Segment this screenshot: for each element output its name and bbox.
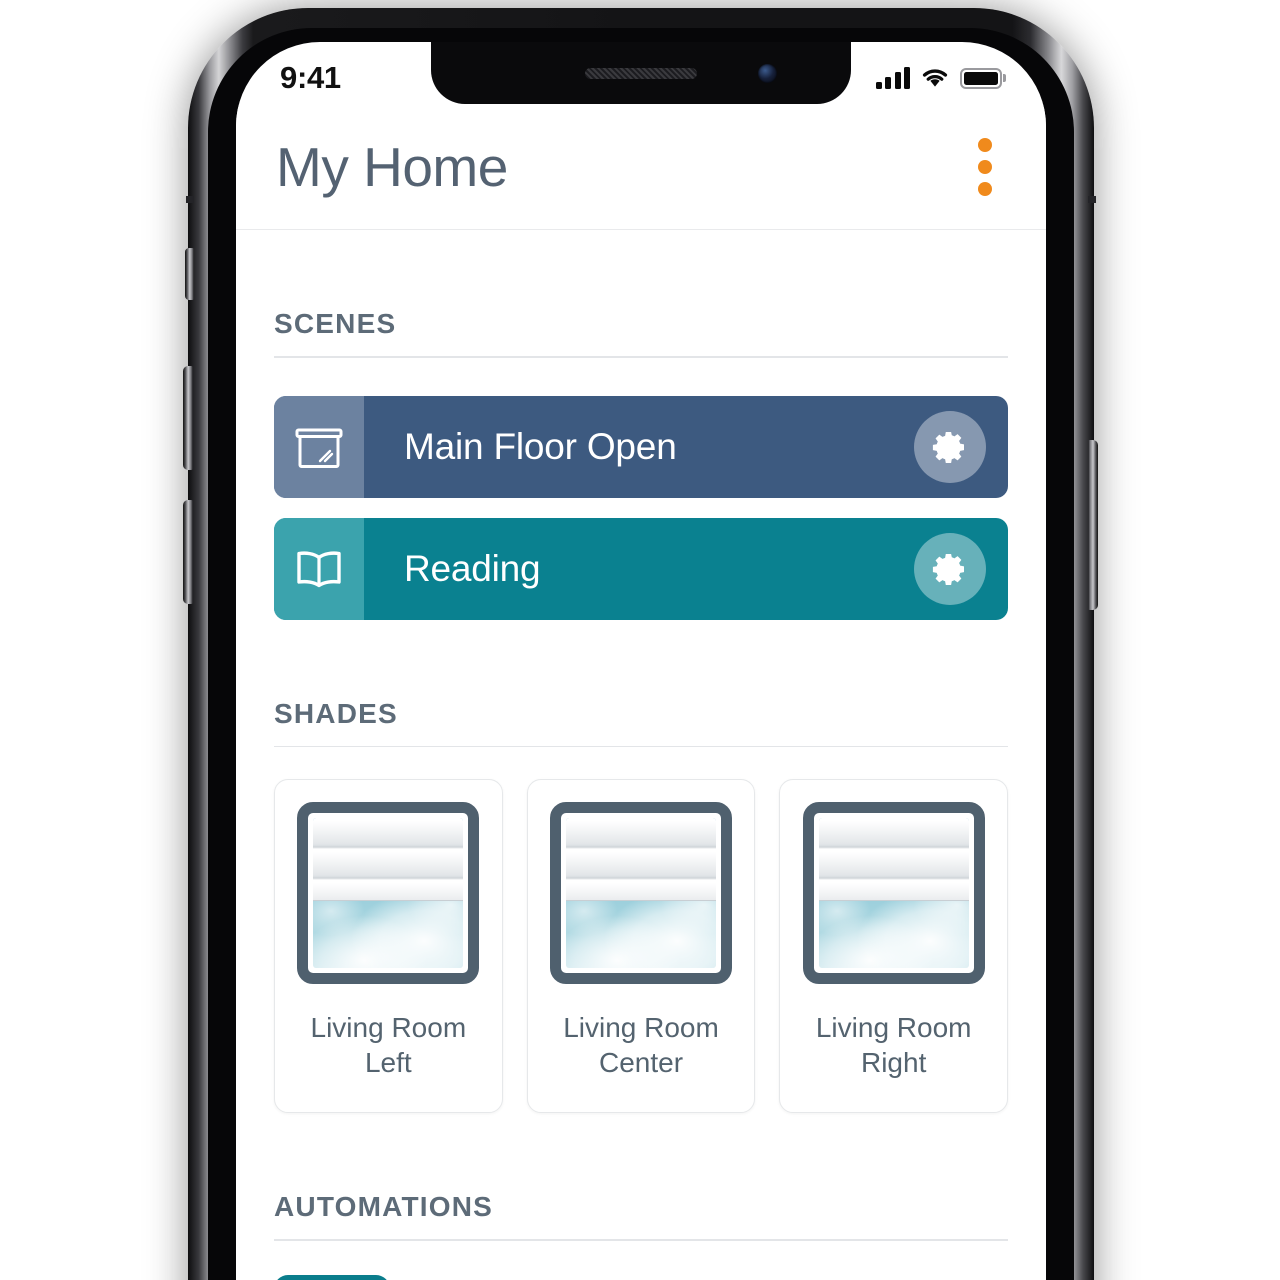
section-header-automations: AUTOMATIONS: [274, 1191, 494, 1222]
scene-settings-gear-icon[interactable]: [914, 410, 986, 483]
shade-blind-overlay: [818, 818, 969, 901]
shade-card-living-room-right[interactable]: Living Room Right: [779, 779, 1009, 1113]
frame-antenna-line-right: [1088, 196, 1096, 203]
shade-label-line2: Right: [860, 1047, 927, 1079]
shade-card-living-room-left[interactable]: Living Room Left: [274, 779, 503, 1113]
mute-switch-button[interactable]: [185, 248, 194, 300]
earpiece-speaker-icon: [585, 68, 697, 79]
phone-screen: 9:41 My Home SCENES Main Floor Open Read…: [236, 42, 1046, 1280]
volume-up-button[interactable]: [183, 366, 193, 470]
main-content: SCENES Main Floor Open Reading SHADES Li…: [236, 230, 1046, 1280]
page-title: My Home: [276, 135, 508, 198]
shades-grid: Living Room Left Living Room Center Livi…: [274, 779, 1009, 1113]
scene-row-main-floor-open[interactable]: Main Floor Open: [274, 395, 1008, 498]
window-shade-thumbnail: [297, 802, 480, 984]
shade-label-line1: Living Room: [563, 1012, 719, 1043]
status-bar-indicators: [875, 57, 1002, 89]
section-header-shades: SHADES: [274, 697, 398, 729]
section-header-scenes: SCENES: [274, 308, 397, 339]
kebab-menu-icon[interactable]: [964, 128, 1006, 206]
kebab-dot: [978, 181, 992, 196]
gear-icon: [932, 431, 964, 463]
home-icon: [274, 1274, 390, 1280]
shade-blind-overlay: [566, 818, 716, 901]
open-book-icon: [274, 517, 364, 620]
kebab-dot: [978, 137, 992, 152]
wifi-icon: [922, 69, 948, 87]
status-bar-time: 9:41: [280, 60, 341, 95]
shade-blind-overlay: [313, 818, 464, 901]
shade-label: Living Room Center: [563, 1010, 719, 1081]
scene-label: Main Floor Open: [404, 425, 677, 467]
frame-antenna-line-left: [186, 196, 194, 203]
window-shade-icon: [274, 395, 364, 498]
shade-label-line2: Left: [364, 1047, 412, 1079]
scenes-list: Main Floor Open Reading: [274, 395, 1008, 620]
power-button[interactable]: [1088, 440, 1098, 610]
window-shade-thumbnail: [550, 802, 732, 984]
scene-row-reading[interactable]: Reading: [274, 517, 1008, 620]
screenshot-stage: 9:41 My Home SCENES Main Floor Open Read…: [0, 0, 1280, 1280]
shade-label: Living Room Left: [311, 1010, 467, 1081]
automation-row-reading[interactable]: Reading 6:00: [274, 1274, 1008, 1280]
shade-label-line2: Center: [598, 1047, 684, 1079]
kebab-dot: [978, 159, 992, 174]
shade-card-living-room-center[interactable]: Living Room Center: [526, 779, 756, 1113]
section-divider: [274, 745, 1008, 747]
shade-label-line1: Living Room: [815, 1012, 972, 1043]
app-header: My Home: [236, 104, 1046, 230]
battery-icon: [960, 67, 1002, 89]
scene-settings-gear-icon[interactable]: [914, 532, 986, 605]
section-divider: [274, 356, 1008, 358]
display-notch: [431, 42, 851, 104]
section-divider: [274, 1239, 1008, 1241]
front-camera-icon: [758, 64, 777, 83]
shade-label: Living Room Right: [816, 1010, 972, 1081]
cellular-bars-icon: [875, 67, 910, 89]
shade-label-line1: Living Room: [310, 1012, 467, 1043]
gear-icon: [932, 553, 964, 585]
window-shade-thumbnail: [802, 802, 985, 984]
scene-label: Reading: [404, 547, 541, 589]
volume-down-button[interactable]: [183, 500, 193, 604]
